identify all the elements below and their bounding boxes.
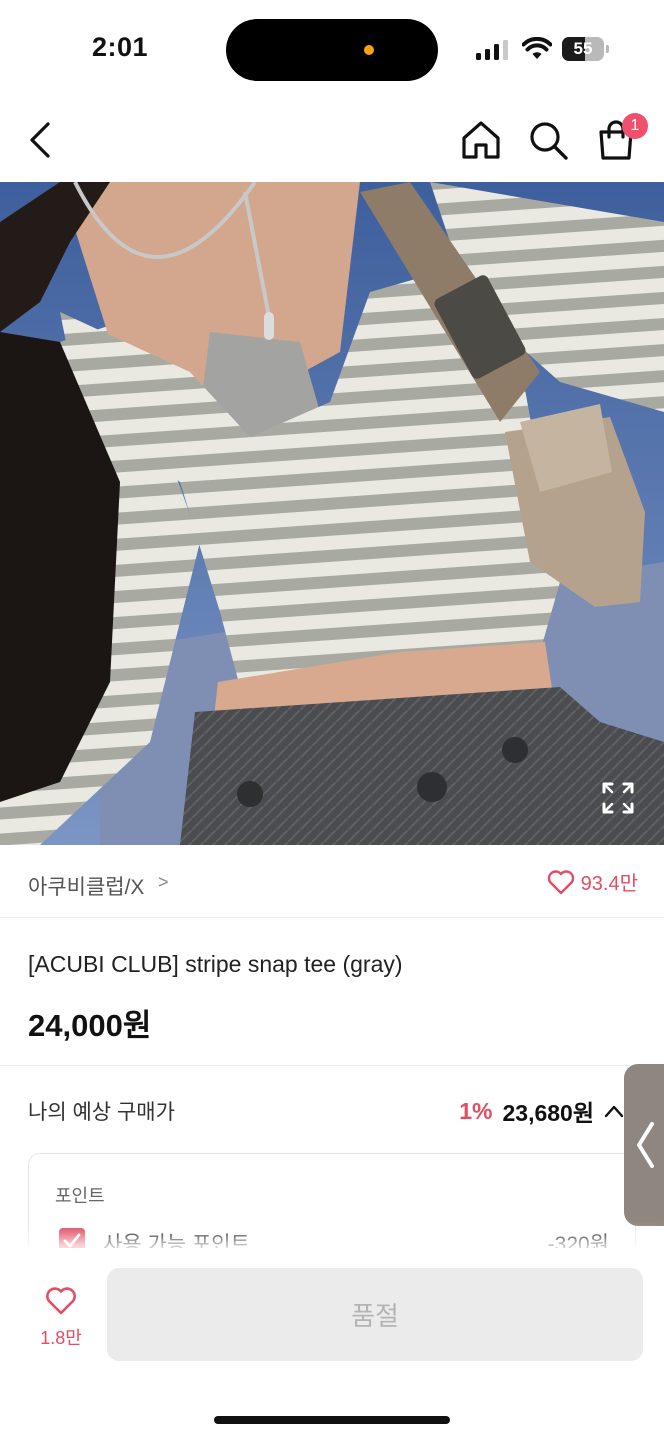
shopping-bag-button[interactable]: 1 [594, 113, 648, 162]
product-photo [0, 182, 664, 845]
chevron-up-icon [604, 1105, 624, 1118]
brand-likes[interactable]: 93.4만 [547, 867, 638, 896]
status-bar: 2:01 55 [0, 0, 664, 100]
estimated-price-label: 나의 예상 구매가 [28, 1101, 175, 1124]
chevron-left-icon [637, 1122, 654, 1168]
fullscreen-expand-icon[interactable] [600, 780, 636, 816]
product-image-carousel[interactable] [0, 182, 664, 845]
heart-outline-icon [46, 1287, 76, 1315]
home-icon[interactable] [459, 118, 503, 162]
points-title: 포인트 [55, 1186, 105, 1206]
battery-icon: 55 [562, 37, 610, 61]
divider [0, 1065, 664, 1066]
search-icon[interactable] [526, 118, 570, 162]
wishlist-button[interactable]: 1.8만 [36, 1286, 86, 1350]
product-title: [ACUBI CLUB] stripe snap tee (gray) [28, 951, 403, 977]
estimated-discount-rate: 1% [459, 1097, 493, 1124]
brand-row: 아쿠비클럽/X > 93.4만 [0, 845, 664, 918]
battery-percent: 55 [573, 39, 593, 58]
estimated-price-toggle[interactable]: 1% 23,680원 [459, 1094, 624, 1128]
side-drawer-tab[interactable] [624, 1064, 664, 1226]
estimated-price-value: 23,680원 [502, 1100, 594, 1126]
bottom-action-bar: 1.8만 품절 [0, 1248, 664, 1440]
brand-link[interactable]: 아쿠비클럽/X [28, 871, 144, 901]
top-nav-bar: 1 [0, 100, 664, 182]
recording-indicator-dot [364, 45, 374, 55]
heart-outline-icon [547, 869, 574, 894]
wifi-icon [522, 37, 552, 59]
brand-likes-count: 93.4만 [580, 873, 638, 895]
product-price: 24,000원 [28, 1008, 152, 1043]
brand-chevron-icon: > [158, 872, 169, 892]
wishlist-count: 1.8만 [40, 1328, 82, 1348]
status-time: 2:01 [92, 32, 149, 62]
sold-out-button[interactable]: 품절 [107, 1268, 643, 1361]
cellular-signal-icon [476, 40, 508, 60]
checkmark-icon [63, 1233, 81, 1248]
cart-count-badge: 1 [622, 113, 648, 139]
back-arrow-icon[interactable] [20, 118, 64, 162]
home-indicator [214, 1416, 450, 1424]
dynamic-island [226, 19, 438, 81]
